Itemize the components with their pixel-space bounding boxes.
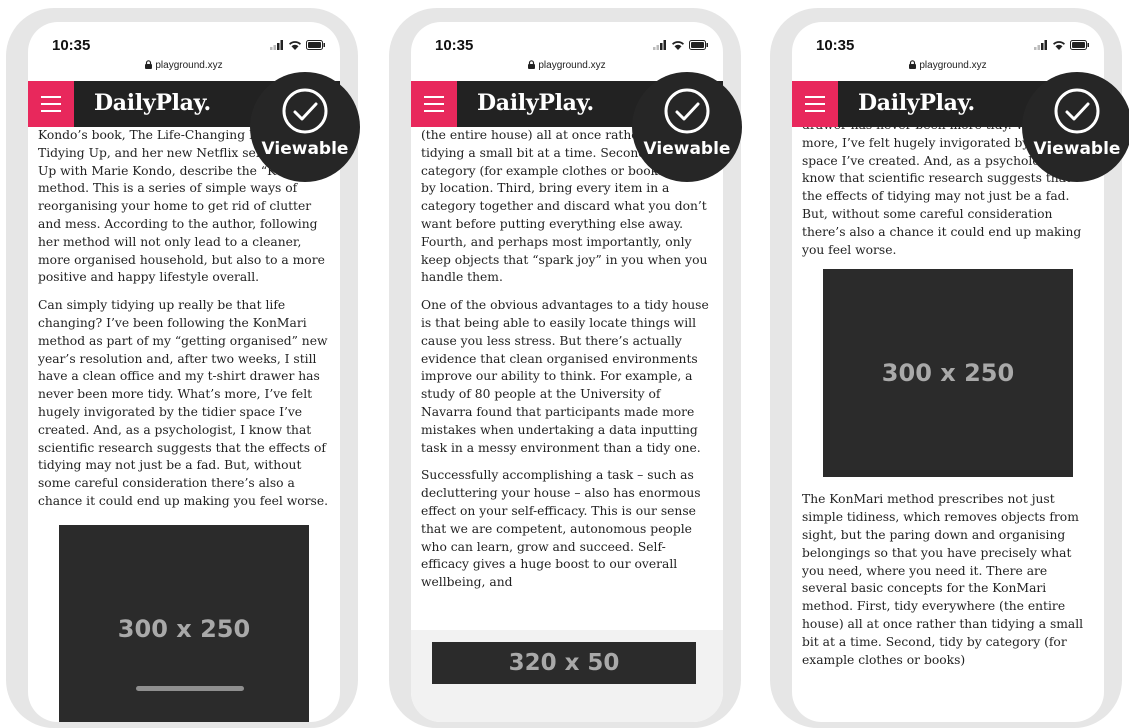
check-circle-icon [1054, 88, 1100, 134]
article-paragraph: Successfully accomplishing a task – such… [421, 468, 701, 590]
url-bar[interactable]: playground.xyz [28, 60, 340, 71]
lock-icon [145, 60, 153, 69]
ad-slot-300x250[interactable]: 300 x 250 [59, 524, 309, 722]
lock-icon [528, 60, 536, 69]
article-paragraph: The KonMari method prescribes not just s… [802, 492, 1084, 667]
status-bar: 10:35 playground.xyz [792, 22, 1104, 80]
url-bar[interactable]: playground.xyz [411, 60, 723, 71]
status-time: 10:35 [52, 37, 91, 54]
hamburger-icon [41, 96, 61, 112]
check-circle-icon [282, 88, 328, 134]
sticky-ad-bar: 320 x 50 [411, 630, 723, 722]
wifi-icon [289, 41, 301, 50]
url-text: playground.xyz [155, 60, 223, 71]
signal-icon [653, 40, 666, 50]
viewable-badge: Viewable [250, 72, 360, 182]
article-paragraph: Can simply tidying up really be that lif… [38, 298, 329, 508]
viewable-label: Viewable [1033, 139, 1121, 159]
status-bar: 10:35 playground.xyz [28, 22, 340, 80]
site-logo[interactable]: DailyPlay. [94, 90, 211, 116]
status-icons [270, 40, 326, 50]
ad-slot-320x50[interactable]: 320 x 50 [432, 642, 696, 684]
battery-icon [689, 40, 708, 50]
viewable-badge: Viewable [1022, 72, 1129, 182]
ad-size-label: 300 x 250 [117, 614, 251, 643]
status-bar: 10:35 playground.xyz [411, 22, 723, 80]
signal-icon [1034, 40, 1047, 50]
ad-size-label: 320 x 50 [508, 650, 620, 676]
status-icons [1034, 40, 1090, 50]
battery-icon [306, 40, 325, 50]
wifi-icon [1053, 41, 1065, 50]
hamburger-icon [805, 96, 825, 112]
article-content: drawer has never been more tidy. What’s … [792, 127, 1104, 722]
menu-button[interactable] [28, 81, 74, 127]
menu-button[interactable] [411, 81, 457, 127]
hamburger-icon [424, 96, 444, 112]
status-time: 10:35 [435, 37, 474, 54]
status-icons [653, 40, 709, 50]
lock-icon [909, 60, 917, 69]
ad-slot-300x250[interactable]: 300 x 250 [823, 269, 1073, 478]
url-text: playground.xyz [919, 60, 987, 71]
battery-icon [1070, 40, 1089, 50]
viewable-badge: Viewable [632, 72, 742, 182]
article-content: Kondo’s book, The Life-Changing Magic of… [28, 127, 340, 722]
menu-button[interactable] [792, 81, 838, 127]
url-bar[interactable]: playground.xyz [792, 60, 1104, 71]
viewable-label: Viewable [643, 139, 731, 159]
site-logo[interactable]: DailyPlay. [477, 90, 594, 116]
url-text: playground.xyz [538, 60, 606, 71]
article-paragraph: One of the obvious advantages to a tidy … [421, 298, 709, 455]
viewable-label: Viewable [261, 139, 349, 159]
status-time: 10:35 [816, 37, 855, 54]
site-logo[interactable]: DailyPlay. [858, 90, 975, 116]
home-indicator [136, 686, 244, 691]
signal-icon [270, 40, 283, 50]
wifi-icon [672, 41, 684, 50]
ad-size-label: 300 x 250 [881, 359, 1015, 388]
check-circle-icon [664, 88, 710, 134]
